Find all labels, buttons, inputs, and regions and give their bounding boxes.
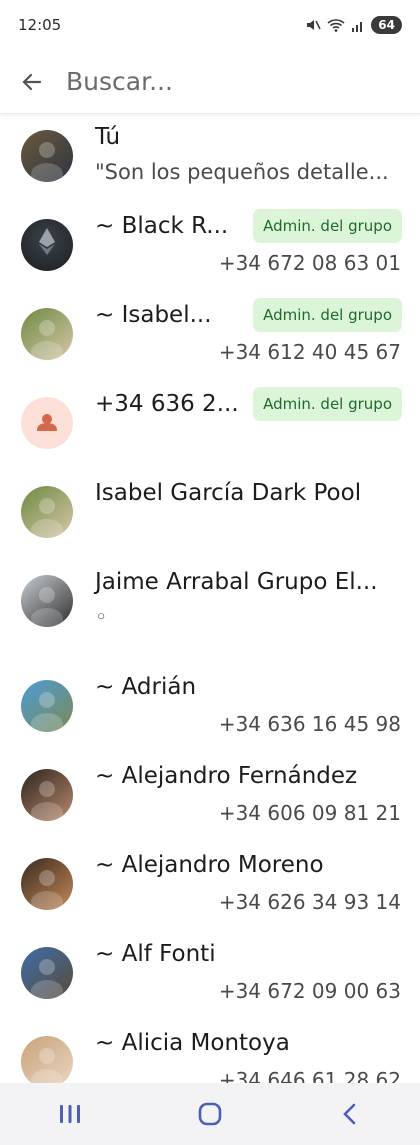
contact-name: ~ Alicia Montoya: [95, 1030, 290, 1056]
admin-badge: Admin. del grupo: [253, 298, 402, 332]
contact-name: ~ Alejandro Fernández: [95, 763, 358, 789]
contact-status: ◦: [95, 605, 108, 629]
photo-coast-icon: [31, 692, 63, 732]
battery-indicator: 64: [371, 16, 402, 34]
contact-row[interactable]: ~ Isabel... Admin. del grupo +34 612 40 45…: [0, 296, 420, 385]
avatar: [21, 486, 73, 538]
avatar: [21, 130, 73, 182]
back-nav-button[interactable]: [320, 1094, 380, 1134]
blackrock-logo-icon: [39, 228, 55, 255]
admin-badge: Admin. del grupo: [253, 209, 402, 243]
arrow-back-icon: [22, 73, 42, 90]
contact-row[interactable]: ~ Adrián +34 636 16 45 98: [0, 668, 420, 757]
avatar: [21, 858, 73, 910]
avatar: [21, 575, 73, 627]
back-button[interactable]: [0, 50, 64, 114]
photo-man-cap-icon: [31, 781, 63, 821]
signal-icon: [352, 22, 363, 32]
status-bar: 12:05 64: [0, 0, 420, 50]
search-input[interactable]: [64, 66, 388, 97]
contact-phone: +34 636 16 45 98: [218, 712, 401, 736]
avatar: [21, 1036, 73, 1088]
photo-man-fishing-icon: [31, 959, 63, 999]
contact-name: Jaime Arrabal Grupo El...: [95, 569, 378, 595]
contact-name: ~ Black R...: [95, 213, 229, 239]
photo-woman-plants-icon: [31, 320, 63, 360]
home-icon: [198, 1102, 222, 1126]
contact-status: "Son los pequeños detalle...: [95, 160, 389, 184]
contact-phone: +34 672 08 63 01: [218, 251, 401, 275]
chevron-left-icon: [343, 1103, 356, 1125]
contact-name: ~ Isabel...: [95, 302, 212, 328]
photo-man-car-icon: [31, 142, 63, 182]
recent-apps-button[interactable]: [40, 1094, 100, 1134]
photo-woman-plants-icon: [31, 498, 63, 538]
contact-row[interactable]: +34 636 2... Admin. del grupo: [0, 385, 420, 474]
avatar: [21, 680, 73, 732]
mute-icon: [307, 20, 321, 30]
contact-name: ~ Adrián: [95, 674, 197, 700]
contact-phone: +34 612 40 45 67: [218, 340, 401, 364]
contact-phone: +34 606 09 81 21: [218, 801, 401, 825]
search-bar: [0, 50, 420, 114]
photo-woman-blonde-icon: [31, 1048, 63, 1088]
avatar: [21, 947, 73, 999]
clock: 12:05: [18, 16, 62, 34]
home-button[interactable]: [180, 1094, 240, 1134]
contact-row[interactable]: ~ Black R... Admin. del grupo +34 672 08 6…: [0, 207, 420, 296]
participant-list: Tú "Son los pequeños detalle... ~ Black R.…: [0, 118, 420, 1113]
recent-apps-icon: [60, 1105, 80, 1123]
avatar: [21, 219, 73, 271]
contact-row[interactable]: Tú "Son los pequeños detalle...: [0, 118, 420, 207]
navigation-bar: [0, 1083, 420, 1145]
avatar: [21, 769, 73, 821]
contact-phone: +34 672 09 00 63: [218, 979, 401, 1003]
default-avatar: [21, 397, 73, 449]
status-icons: 64: [305, 16, 402, 34]
wifi-icon: [327, 19, 345, 32]
photo-motorcycle-icon: [31, 587, 63, 627]
contact-name: Isabel García Dark Pool: [95, 480, 362, 506]
contact-name: ~ Alejandro Moreno: [95, 852, 324, 878]
admin-badge: Admin. del grupo: [253, 387, 402, 421]
contact-row[interactable]: Isabel García Dark Pool: [0, 474, 420, 563]
person-icon: [37, 414, 57, 431]
contact-phone: +34 626 34 93 14: [218, 890, 401, 914]
contact-name: ~ Alf Fonti: [95, 941, 216, 967]
contact-name: +34 636 2...: [95, 391, 239, 417]
contact-row[interactable]: ~ Alejandro Fernández +34 606 09 81 21: [0, 757, 420, 846]
contact-row[interactable]: ~ Alejandro Moreno +34 626 34 93 14: [0, 846, 420, 935]
contact-row[interactable]: Jaime Arrabal Grupo El... ◦: [0, 563, 420, 668]
photo-man-suit-icon: [31, 870, 63, 910]
avatar: [21, 308, 73, 360]
contact-name: Tú: [95, 124, 121, 150]
contact-row[interactable]: ~ Alf Fonti +34 672 09 00 63: [0, 935, 420, 1024]
